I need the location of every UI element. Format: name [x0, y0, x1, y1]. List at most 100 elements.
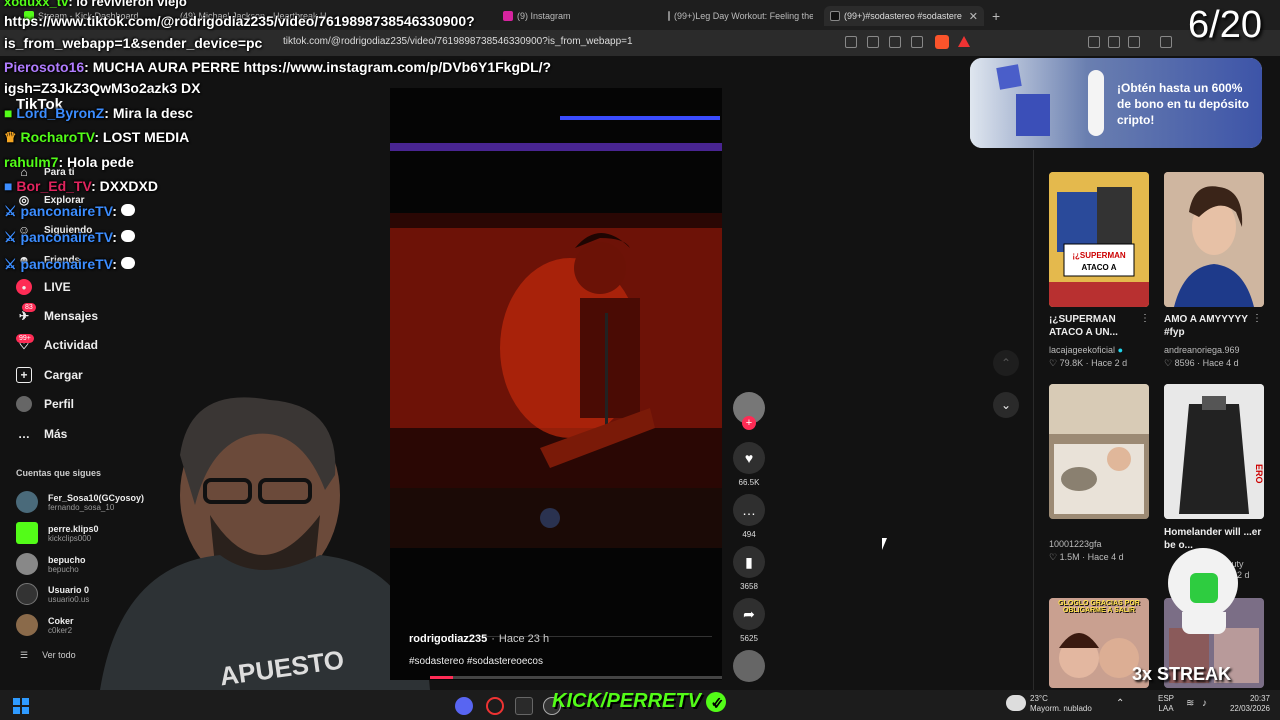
music-icon[interactable]: [1160, 36, 1172, 48]
suggestion-user[interactable]: lacajageekoficial ●: [1049, 345, 1123, 355]
badge-icon: ■: [4, 105, 13, 121]
suggestion-user[interactable]: andreanoriega.969: [1164, 345, 1240, 355]
share-icon[interactable]: [911, 36, 923, 48]
live-icon: ●: [16, 279, 32, 295]
chat-line: ■ Lord_ByronZ: Mira la desc: [4, 105, 193, 121]
volume-icon[interactable]: ♪: [1202, 698, 1207, 709]
following-item[interactable]: Usuario 0 usuario0.us: [16, 583, 89, 605]
music-disc[interactable]: [733, 650, 765, 686]
creator-avatar[interactable]: +: [733, 392, 765, 430]
wifi-icon[interactable]: ≋: [1186, 698, 1194, 709]
url-field[interactable]: tiktok.com/@rodrigodiaz235/video/7619898…: [283, 36, 633, 47]
following-item[interactable]: bepucho bepucho: [16, 553, 86, 575]
gift-box-icon: [1016, 94, 1050, 136]
tiktok-icon: [830, 11, 840, 21]
bookmark-icon: ▮: [733, 546, 765, 578]
music-disc-icon: [733, 650, 765, 682]
thumbnail-text: GLOGLO GRACIAS POR OBLIGARME A SALIR: [1058, 600, 1140, 614]
scroll-down-button[interactable]: ⌄: [993, 392, 1019, 418]
following-title: Cuentas que sigues: [16, 468, 102, 478]
save-button[interactable]: ▮ 3658: [733, 546, 765, 591]
weather-widget[interactable]: 23°C Mayorm. nublado: [1030, 694, 1092, 714]
avatar: [16, 522, 38, 544]
suggestion-thumbnail[interactable]: [1049, 384, 1149, 519]
suggestion-caption[interactable]: ¡¿SUPERMAN ATACO A UN...: [1049, 313, 1149, 339]
video-player[interactable]: [390, 88, 722, 680]
progress-bar[interactable]: [430, 676, 722, 679]
profile-icon: [16, 396, 32, 412]
mute-icon[interactable]: [845, 36, 857, 48]
flag-cape-thumbnail-image: ERO: [1164, 384, 1264, 519]
messages-badge: 83: [22, 303, 36, 312]
svg-text:¡¿SUPERMAN: ¡¿SUPERMAN: [1072, 251, 1126, 260]
more-options-icon[interactable]: ⋮: [1140, 313, 1150, 324]
tab-tiktok-active[interactable]: (99+)#sodastereo #sodastere ✕: [824, 6, 984, 26]
clock[interactable]: 20:37 22/03/2026: [1226, 694, 1270, 714]
nav-perfil[interactable]: Perfil: [16, 396, 74, 412]
more-options-icon[interactable]: ⋮: [1252, 313, 1262, 324]
badge-icon: ■: [4, 178, 13, 194]
nav-mas[interactable]: … Más: [16, 426, 67, 442]
share-arrow-icon: ➦: [733, 598, 765, 630]
language-indicator[interactable]: ESP LAA: [1158, 694, 1174, 714]
verified-icon: ●: [1117, 345, 1123, 355]
crypto-ad-banner[interactable]: ¡Obtén hasta un 600% de bono en tu depós…: [970, 58, 1262, 148]
instagram-icon: [503, 11, 513, 21]
suggestion-thumbnail[interactable]: [1164, 172, 1264, 307]
chat-line: ⚔ panconaireTV:: [4, 229, 135, 246]
following-item[interactable]: Coker c0ker2: [16, 614, 74, 636]
speech-bubble-icon: [120, 257, 135, 269]
opera-icon[interactable]: [486, 697, 504, 715]
video-caption[interactable]: #sodastereo #sodastereoecos: [409, 656, 543, 667]
kick-brand-overlay: KICK/PERRETV ✓: [552, 690, 727, 713]
speech-bubble-icon: [120, 230, 135, 242]
extension-icon[interactable]: [1088, 36, 1100, 48]
avatar: [16, 553, 38, 575]
comment-button[interactable]: … 494: [733, 494, 765, 539]
sword-icon: ⚔: [4, 229, 17, 245]
svg-text:ERO: ERO: [1254, 464, 1264, 484]
discord-icon[interactable]: [455, 697, 473, 715]
streamer-image: APUESTO: [100, 397, 430, 690]
sword-icon: ⚔: [4, 256, 17, 272]
suggestion-thumbnail[interactable]: ERO: [1164, 384, 1264, 519]
mouse-cursor-icon: [882, 538, 887, 550]
more-icon: …: [18, 427, 30, 441]
video-time: Hace 23 h: [498, 633, 550, 645]
tray-chevron-icon[interactable]: ⌃: [1116, 698, 1124, 709]
cast-icon[interactable]: [889, 36, 901, 48]
avatar: [16, 583, 38, 605]
comic-thumbnail-image: ¡¿SUPERMAN ATACO A: [1049, 172, 1149, 307]
rewards-icon[interactable]: [958, 36, 970, 47]
suggestion-caption[interactable]: AMO A AMYYYYY #fyp: [1164, 313, 1264, 339]
chat-line: ■ Bor_Ed_TV: DXXDXD: [4, 178, 158, 194]
terminal-icon[interactable]: [515, 697, 533, 715]
new-tab-icon[interactable]: +: [992, 8, 1000, 24]
like-button[interactable]: ♥ 66.5K: [733, 442, 765, 487]
goal-counter: 6/20: [1188, 4, 1262, 46]
translate-icon[interactable]: [867, 36, 879, 48]
tab-instagram[interactable]: (9) Instagram: [503, 6, 653, 26]
suggestion-user[interactable]: 10001223gfa: [1049, 539, 1102, 549]
progress-fill: [430, 676, 454, 679]
nav-live[interactable]: ● LIVE: [16, 279, 71, 295]
chat-line: xoduxx_tv: lo revivieron viejo: [4, 0, 187, 9]
baby-thumbnail-image: [1049, 384, 1149, 519]
brave-shield-icon[interactable]: [935, 35, 949, 49]
nav-cargar[interactable]: + Cargar: [16, 367, 83, 383]
see-all-link[interactable]: ☰ Ver todo: [20, 650, 76, 661]
tab-tiktok-legday[interactable]: (99+)Leg Day Workout: Feeling the B...: [668, 6, 813, 26]
phone-icon: [1088, 70, 1104, 136]
chat-line: igsh=Z3JkZ3QwM3o2azk3 DX: [4, 80, 201, 96]
suggestion-thumbnail[interactable]: ¡¿SUPERMAN ATACO A: [1049, 172, 1149, 307]
close-tab-icon[interactable]: ✕: [969, 10, 978, 23]
video-author[interactable]: rodrigodiaz235: [409, 633, 487, 645]
scroll-up-button[interactable]: ⌃: [993, 350, 1019, 376]
following-item[interactable]: perre.klips0 kickclips000: [16, 522, 99, 544]
follow-plus-icon[interactable]: +: [742, 416, 756, 430]
windows-start-icon[interactable]: [13, 698, 29, 714]
puzzle-icon[interactable]: [1108, 36, 1120, 48]
share-button[interactable]: ➦ 5625: [733, 598, 765, 643]
sidebar-icon[interactable]: [1128, 36, 1140, 48]
suggestion-stats: ♡ 1.5M · Hace 4 d: [1049, 552, 1124, 562]
